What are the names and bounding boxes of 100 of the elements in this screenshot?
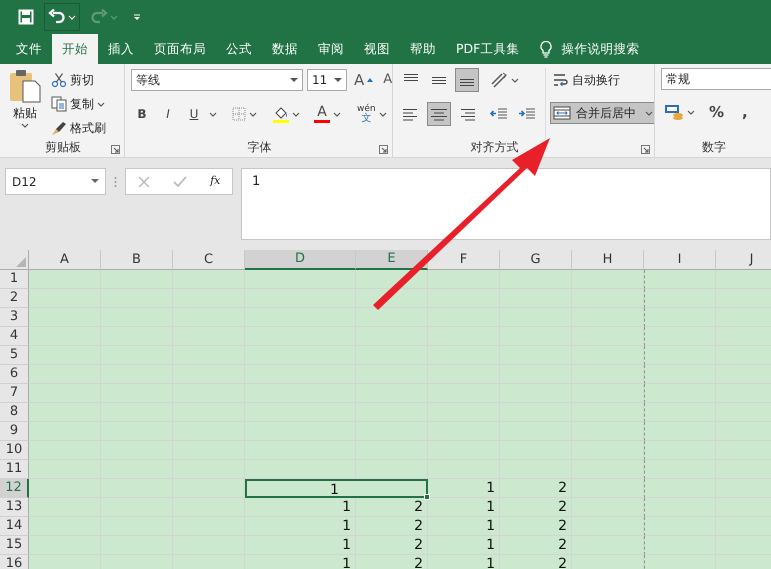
table-cell: 1 xyxy=(428,536,500,555)
table-cell: 1 xyxy=(428,479,500,498)
ribbon-tab[interactable]: 审阅 xyxy=(308,34,354,64)
caret-icon xyxy=(333,112,341,116)
cut-button[interactable]: 剪切 xyxy=(48,70,109,90)
column-header[interactable]: I xyxy=(644,250,716,270)
column-header[interactable]: B xyxy=(101,250,173,270)
column-header[interactable]: D xyxy=(245,250,356,270)
ribbon-tab[interactable]: 视图 xyxy=(354,34,400,64)
insert-function-button[interactable]: fx xyxy=(207,170,224,194)
underline-button[interactable]: U xyxy=(183,102,205,126)
percent-style-button[interactable]: % xyxy=(702,100,732,124)
grip-dots-icon xyxy=(114,176,117,188)
row-header[interactable]: 2 xyxy=(0,289,29,308)
merge-center-button[interactable]: 合并后居中 xyxy=(550,102,654,124)
merged-cell[interactable]: 1 xyxy=(245,479,428,498)
ribbon-tab[interactable]: 帮助 xyxy=(400,34,446,64)
row-header[interactable]: 8 xyxy=(0,403,29,422)
caret-icon xyxy=(511,78,519,82)
column-header[interactable]: A xyxy=(29,250,101,270)
row-header[interactable]: 1 xyxy=(0,270,29,289)
table-cell xyxy=(356,308,428,327)
table-cell xyxy=(173,498,245,517)
align-bottom-button[interactable] xyxy=(455,68,479,92)
ribbon-tab[interactable]: 公式 xyxy=(216,34,262,64)
row-header[interactable]: 10 xyxy=(0,441,29,460)
font-color-button[interactable]: A xyxy=(311,102,344,126)
table-cell xyxy=(29,403,101,422)
italic-button[interactable]: I xyxy=(157,102,179,126)
row-header[interactable]: 9 xyxy=(0,422,29,441)
formula-input[interactable]: 1 xyxy=(241,168,771,240)
name-box[interactable]: D12 xyxy=(5,168,106,195)
table-cell xyxy=(29,270,101,289)
table-cell xyxy=(572,346,644,365)
align-middle-icon xyxy=(431,76,447,84)
row-header[interactable]: 13 xyxy=(0,498,29,517)
copy-button[interactable]: 复制 xyxy=(48,94,109,114)
comma-style-button[interactable]: , xyxy=(735,100,755,124)
caret-icon xyxy=(97,102,105,106)
column-header[interactable]: E xyxy=(356,250,428,270)
undo-button[interactable] xyxy=(44,3,80,31)
column-header[interactable]: H xyxy=(572,250,644,270)
row-header[interactable]: 15 xyxy=(0,536,29,555)
table-cell xyxy=(572,498,644,517)
bold-button[interactable]: B xyxy=(131,102,153,126)
table-cell xyxy=(428,270,500,289)
dialog-launcher-icon[interactable] xyxy=(111,145,120,154)
table-cell xyxy=(500,270,572,289)
column-header[interactable]: G xyxy=(500,250,572,270)
undo-arrow-icon xyxy=(48,9,66,25)
caret-icon xyxy=(645,110,653,116)
font-name-field[interactable]: 等线 xyxy=(131,69,303,91)
wrap-text-button[interactable]: 自动换行 xyxy=(550,68,623,92)
paste-button[interactable]: 粘贴 xyxy=(6,68,44,132)
merge-cells-icon xyxy=(553,106,571,120)
row-header[interactable]: 4 xyxy=(0,327,29,346)
group-label: 数字 xyxy=(702,139,726,156)
table-cell: 2 xyxy=(500,536,572,555)
decrease-indent-icon xyxy=(490,107,508,121)
table-cell xyxy=(173,270,245,289)
column-header[interactable]: F xyxy=(428,250,500,270)
fill-handle[interactable] xyxy=(424,494,430,500)
dialog-launcher-icon[interactable] xyxy=(379,145,388,154)
ribbon-tab[interactable]: 页面布局 xyxy=(144,34,216,64)
font-size-field[interactable]: 11 xyxy=(307,69,347,91)
caret-icon xyxy=(249,112,257,116)
row-header[interactable]: 3 xyxy=(0,308,29,327)
ribbon-tab[interactable]: 文件 xyxy=(6,34,52,64)
checkmark-icon xyxy=(172,176,187,188)
table-cell xyxy=(173,479,245,498)
number-format-field[interactable]: 常规 xyxy=(661,68,771,90)
dialog-launcher-icon[interactable] xyxy=(641,145,650,154)
tell-me-search[interactable]: 操作说明搜索 xyxy=(561,40,640,58)
table-cell xyxy=(572,536,644,555)
align-center-button[interactable] xyxy=(427,102,451,126)
table-cell xyxy=(29,422,101,441)
dropdown-icon xyxy=(132,12,142,22)
ribbon-tab[interactable]: 插入 xyxy=(98,34,144,64)
ribbon-tab[interactable]: 开始 xyxy=(52,34,98,64)
table-cell xyxy=(29,308,101,327)
table-cell xyxy=(29,517,101,536)
table-cell: 2 xyxy=(500,479,572,498)
row-header[interactable]: 7 xyxy=(0,384,29,403)
row-header[interactable]: 6 xyxy=(0,365,29,384)
table-cell: 2 xyxy=(500,555,572,569)
row-header[interactable]: 12 xyxy=(0,479,29,498)
increase-font-size-button[interactable]: A xyxy=(351,68,376,92)
phonetic-guide-button[interactable]: wén 文 xyxy=(354,102,390,126)
align-center-icon xyxy=(430,108,448,120)
table-cell xyxy=(29,536,101,555)
row-header[interactable]: 14 xyxy=(0,517,29,536)
decrease-font-size-button[interactable]: A xyxy=(380,68,392,92)
table-cell xyxy=(572,289,644,308)
column-header[interactable]: C xyxy=(173,250,245,270)
ribbon-tab[interactable]: 数据 xyxy=(262,34,308,64)
format-painter-button[interactable]: 格式刷 xyxy=(48,118,109,138)
row-header[interactable]: 11 xyxy=(0,460,29,479)
row-header[interactable]: 5 xyxy=(0,346,29,365)
ribbon-tab[interactable]: PDF工具集 xyxy=(446,34,530,64)
table-cell xyxy=(428,460,500,479)
